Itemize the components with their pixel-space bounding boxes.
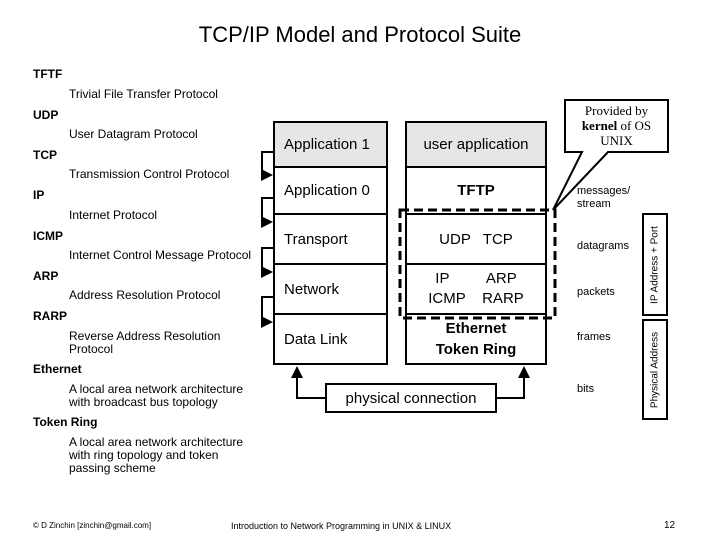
layer-data-link: Data Link — [273, 315, 388, 365]
protocol-datalink-line2: Token Ring — [435, 341, 517, 358]
ip-address-port-box: IP Address + Port — [642, 213, 668, 316]
arrow-transport-to-network — [261, 247, 273, 278]
unit-datagrams: datagrams — [577, 240, 629, 252]
protocol-tftp: TFTP — [405, 168, 547, 215]
physical-address-label: Physical Address — [649, 331, 661, 408]
arrow-network-to-datalink — [261, 296, 273, 328]
protocol-network-line1: IP ARP — [435, 270, 517, 287]
footer-page-number: 12 — [664, 520, 676, 531]
callout-line2-rest: of OS — [617, 118, 652, 133]
footer-author: © D Zinchin [zinchin@gmail.com] — [33, 521, 152, 530]
physical-connection-box: physical connection — [325, 383, 497, 413]
arrow-app0-to-transport — [261, 197, 273, 228]
callout-line2: kernel of OS — [565, 118, 668, 133]
protocol-tftp-label: TFTP — [457, 182, 495, 199]
ip-address-port-label: IP Address + Port — [649, 225, 661, 304]
callout-line3: UNIX — [600, 133, 633, 148]
callout-bold: kernel — [581, 118, 618, 133]
protocol-user-application-label: user application — [423, 136, 529, 153]
phys-line-left — [291, 366, 325, 399]
protocol-transport: UDP TCP — [405, 215, 547, 265]
unit-messages: messages/ — [577, 185, 631, 197]
unit-stream: stream — [577, 198, 611, 210]
physical-connection-label: physical connection — [345, 389, 477, 407]
protocol-user-application: user application — [405, 121, 547, 168]
unit-frames: frames — [577, 331, 611, 343]
footer-course-title: Introduction to Network Programming in U… — [231, 521, 452, 531]
layer-application-1: Application 1 — [273, 121, 388, 168]
unit-packets: packets — [577, 286, 615, 298]
physical-address-box: Physical Address — [642, 319, 668, 420]
protocol-network: IP ARP ICMP RARP — [405, 265, 547, 315]
unit-bits: bits — [577, 383, 595, 395]
phys-line-right — [497, 366, 530, 399]
layer-network: Network — [273, 265, 388, 315]
callout-line1: Provided by — [584, 103, 649, 118]
protocol-network-line2: ICMP RARP — [428, 290, 524, 307]
layer-transport: Transport — [273, 215, 388, 265]
kernel-callout: Provided by kernel of OS UNIX — [565, 103, 668, 148]
protocol-datalink-line1: Ethernet — [445, 320, 507, 337]
layer-application-0: Application 0 — [273, 168, 388, 215]
protocol-datalink: Ethernet Token Ring — [405, 315, 547, 365]
arrow-app1-to-app0 — [261, 151, 273, 181]
protocol-transport-label: UDP TCP — [439, 230, 513, 248]
